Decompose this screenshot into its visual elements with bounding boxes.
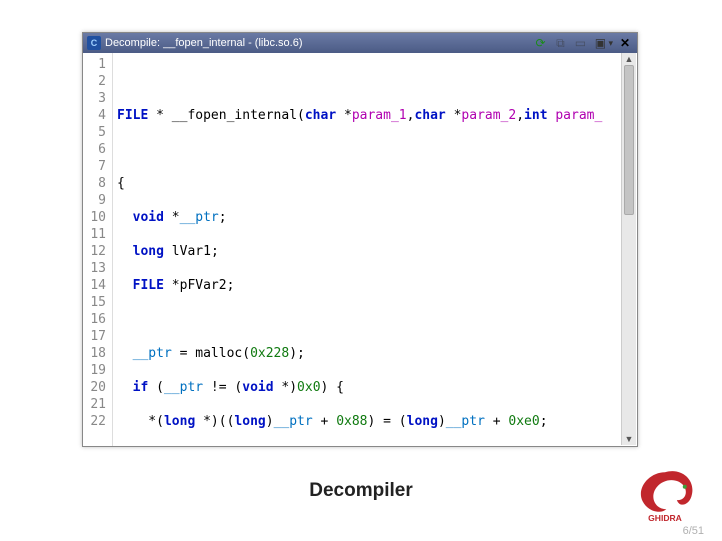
- code-line: FILE * __fopen_internal(char *param_1,ch…: [117, 107, 637, 124]
- decompile-window: C Decompile: __fopen_internal - (libc.so…: [82, 32, 638, 447]
- code-line: void *__ptr;: [117, 209, 637, 226]
- ghidra-logo: GHIDRA: [632, 467, 698, 523]
- snapshot-icon[interactable]: ▭: [572, 35, 588, 51]
- vertical-scrollbar[interactable]: ▲ ▼: [621, 53, 636, 445]
- chevron-down-icon[interactable]: ▾: [608, 38, 613, 49]
- line-gutter: 123 456 789 101112 131415 161718 192021 …: [83, 53, 113, 446]
- close-icon[interactable]: ✕: [617, 35, 633, 51]
- code-line: long lVar1;: [117, 243, 637, 260]
- svg-text:GHIDRA: GHIDRA: [648, 513, 682, 523]
- code-line: [117, 311, 637, 328]
- code-line: FILE *pFVar2;: [117, 277, 637, 294]
- code-lines[interactable]: FILE * __fopen_internal(char *param_1,ch…: [113, 53, 637, 446]
- code-area[interactable]: 123 456 789 101112 131415 161718 192021 …: [83, 53, 637, 446]
- titlebar: C Decompile: __fopen_internal - (libc.so…: [83, 33, 637, 53]
- code-line: if (__ptr != (void *)0x0) {: [117, 379, 637, 396]
- window-title: Decompile: __fopen_internal - (libc.so.6…: [105, 37, 528, 49]
- code-line: {: [117, 175, 637, 192]
- slide-caption: Decompiler: [0, 480, 722, 502]
- scroll-up-icon[interactable]: ▲: [622, 53, 636, 65]
- code-line: *(long *)((long)__ptr + 0x88) = (long)__…: [117, 413, 637, 430]
- code-line: __ptr = malloc(0x228);: [117, 345, 637, 362]
- code-line: [117, 141, 637, 158]
- app-icon: C: [87, 36, 101, 50]
- refresh-icon[interactable]: ⟳: [532, 35, 548, 51]
- page-number: 6/51: [683, 525, 704, 537]
- copy-icon[interactable]: ⧉: [552, 35, 568, 51]
- scroll-thumb[interactable]: [624, 65, 634, 215]
- camera-icon[interactable]: ▣: [592, 35, 608, 51]
- code-line: [117, 73, 637, 90]
- scroll-down-icon[interactable]: ▼: [622, 433, 636, 445]
